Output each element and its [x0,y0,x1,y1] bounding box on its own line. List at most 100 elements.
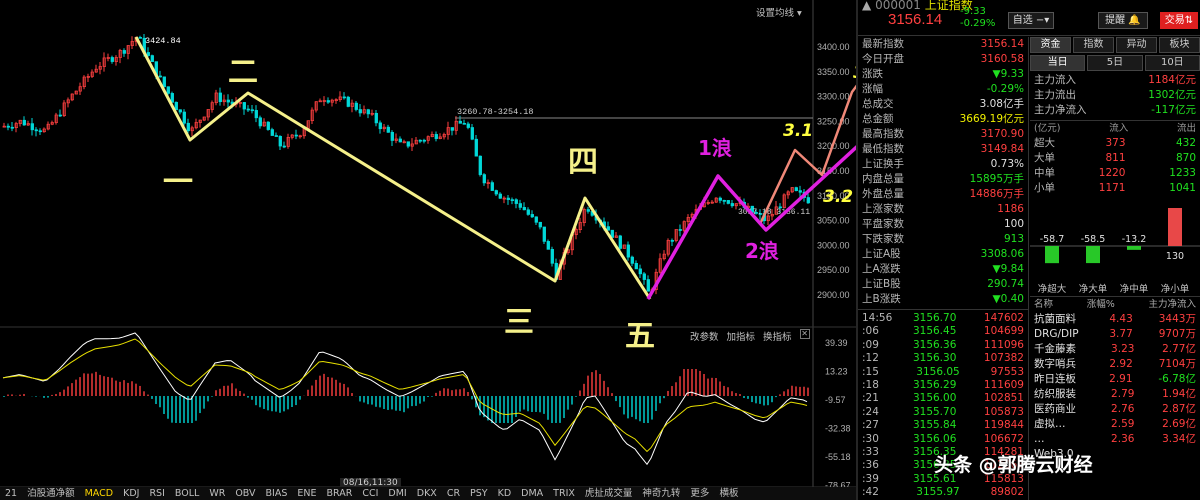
candle-body [670,240,674,242]
alert-button[interactable]: 提醒 🔔 [1098,12,1148,29]
quote-label: 上证换手 [862,158,904,170]
indicator-tab[interactable]: BOLL [170,487,204,500]
sector-header-cell[interactable]: 涨幅% [1087,297,1115,312]
sector-row[interactable]: 虚拟… 2.59 2.69亿 [1030,417,1200,432]
price-axis-label: 3300.00 [817,92,850,102]
indicator-tab[interactable]: TRIX [548,487,580,500]
quote-label: 上证B股 [862,278,901,290]
fund-tab[interactable]: 指数 [1073,37,1114,53]
trade-button[interactable]: 交易⇅ [1160,12,1198,29]
indicator-tab[interactable]: CR [442,487,465,500]
quote-row: 上证B股 290.74 [858,277,1028,292]
candle-body [186,122,190,132]
indicator-tab[interactable]: RSI [144,487,169,500]
change-params-button[interactable]: 改参数 [690,329,719,343]
back-arrow-icon[interactable]: ▲ [862,0,871,12]
indicator-tab[interactable]: MACD [80,487,118,500]
sector-header-cell[interactable]: 名称 [1034,297,1053,312]
kline-chart[interactable]: 3400.003350.003300.003250.003200.003150.… [0,0,856,487]
sector-header-cell[interactable]: 主力净流入 [1148,297,1196,312]
tick-row: 14:56 3156.70 147602 [858,312,1028,325]
price-axis-label: 2900.00 [817,290,850,300]
indicator-tab[interactable]: 更多 [685,487,714,500]
indicator-tab[interactable]: 神奇九转 [637,487,685,500]
switch-indicator-button[interactable]: 换指标 [763,329,792,343]
settings-ma-link[interactable]: 设置均线 ▾ [756,5,802,19]
fund-table-header: (亿元) 流入 流出 [1030,121,1200,136]
sector-name: 医药商业 [1034,403,1076,415]
sector-row[interactable]: 千金藤素 3.23 2.77亿 [1030,342,1200,357]
indicator-tab[interactable]: KD [493,487,517,500]
candle-body [182,111,186,124]
tick-time: :42 [862,486,879,499]
quote-label: 总成交 [862,98,894,110]
fund-tab[interactable]: 板块 [1159,37,1200,53]
tick-volume: 104699 [983,325,1024,338]
quote-row: 上A涨跌 ▼9.84 [858,262,1028,277]
indicator-tab[interactable]: DMA [516,487,548,500]
indicator-tab[interactable]: CCI [357,487,383,500]
fund-subtab[interactable]: 5日 [1087,55,1143,71]
fund-tab[interactable]: 资金 [1030,37,1071,53]
index-change-pct: -0.29% [960,18,996,29]
sector-name: 数字哨兵 [1034,358,1076,370]
sector-row[interactable]: 抗菌面料 4.43 3443万 [1030,312,1200,327]
indicator-tab[interactable]: BIAS [261,487,293,500]
indicator-tab[interactable]: OBV [230,487,260,500]
sector-row[interactable]: 纺织服装 2.79 1.94亿 [1030,387,1200,402]
quote-label: 上A涨跌 [862,263,901,275]
fund-table-row: 小单 1171 1041 [1030,181,1200,196]
candle-body [398,138,402,143]
add-indicator-button[interactable]: 加指标 [727,329,756,343]
tick-time: :30 [862,432,879,445]
indicator-tab[interactable]: ENE [292,487,321,500]
indicator-tab[interactable]: PSY [465,487,493,500]
kline-chart-pane[interactable]: 3400.00 3350.00 3300.00 3250.00 3200.00 3150.… [0,0,856,500]
sector-flow: 7104万 [1158,358,1196,370]
candle-body [242,102,246,110]
candle-body [174,101,178,111]
indicator-tab[interactable]: 虎扯成交量 [580,487,638,500]
fund-subtab[interactable]: 10日 [1144,55,1200,71]
quote-label: 涨跌 [862,68,883,80]
candle-body [282,145,286,148]
sector-row[interactable]: … 2.36 3.34亿 [1030,432,1200,447]
tick-row: :09 3156.36 111096 [858,339,1028,352]
quote-value: 3308.06 [980,248,1024,260]
close-indicator-icon[interactable]: ✕ [799,329,810,339]
tick-time: :09 [862,338,879,351]
indicator-tab[interactable]: DKX [412,487,442,500]
net-flow-bar [1045,246,1059,264]
tick-row: :15 3156.05 97553 [858,366,1028,379]
candle-body [266,121,270,130]
sector-name: 昨日连板 [1034,373,1076,385]
sector-flow: -6.78亿 [1158,373,1196,385]
indicator-tab[interactable]: 横板 [714,487,743,500]
quote-value: 3149.84 [980,143,1024,155]
tick-time: :15 [862,365,879,378]
tick-row: :24 3155.70 105873 [858,406,1028,419]
quote-row: 总金额 3669.19亿元 [858,112,1028,127]
indicator-tab[interactable]: 泊股通净额 [22,487,80,500]
quote-label: 涨幅 [862,83,883,95]
quote-value: 290.74 [987,278,1024,290]
sector-row[interactable]: 数字哨兵 2.92 7104万 [1030,357,1200,372]
indicator-tab[interactable]: WR [204,487,230,500]
sector-flow: 3443万 [1158,313,1196,325]
sector-name: DRG/DIP [1034,328,1079,340]
sector-row[interactable]: 医药商业 2.76 2.87亿 [1030,402,1200,417]
indicator-tab[interactable]: 21 [0,487,22,500]
candle-body [678,229,682,231]
indicator-tab[interactable]: BRAR [322,487,358,500]
fund-subtab[interactable]: 当日 [1030,55,1086,71]
candle-body [150,55,154,63]
indicator-tab[interactable]: DMI [383,487,411,500]
indicator-tab[interactable]: KDJ [118,487,144,500]
net-flow-value: -58.5 [1081,234,1106,245]
watchlist-button[interactable]: 自选 −▾ [1008,12,1054,29]
fund-tab[interactable]: 异动 [1116,37,1157,53]
quote-value: 3156.14 [980,38,1024,50]
fund-block: 资金 指数 异动 板块 当日 5日 10日 主力流入 1184亿元 主力流出 1302亿元 主力净… [1030,37,1200,462]
sector-row[interactable]: DRG/DIP 3.77 9707万 [1030,327,1200,342]
sector-row[interactable]: 昨日连板 2.91 -6.78亿 [1030,372,1200,387]
